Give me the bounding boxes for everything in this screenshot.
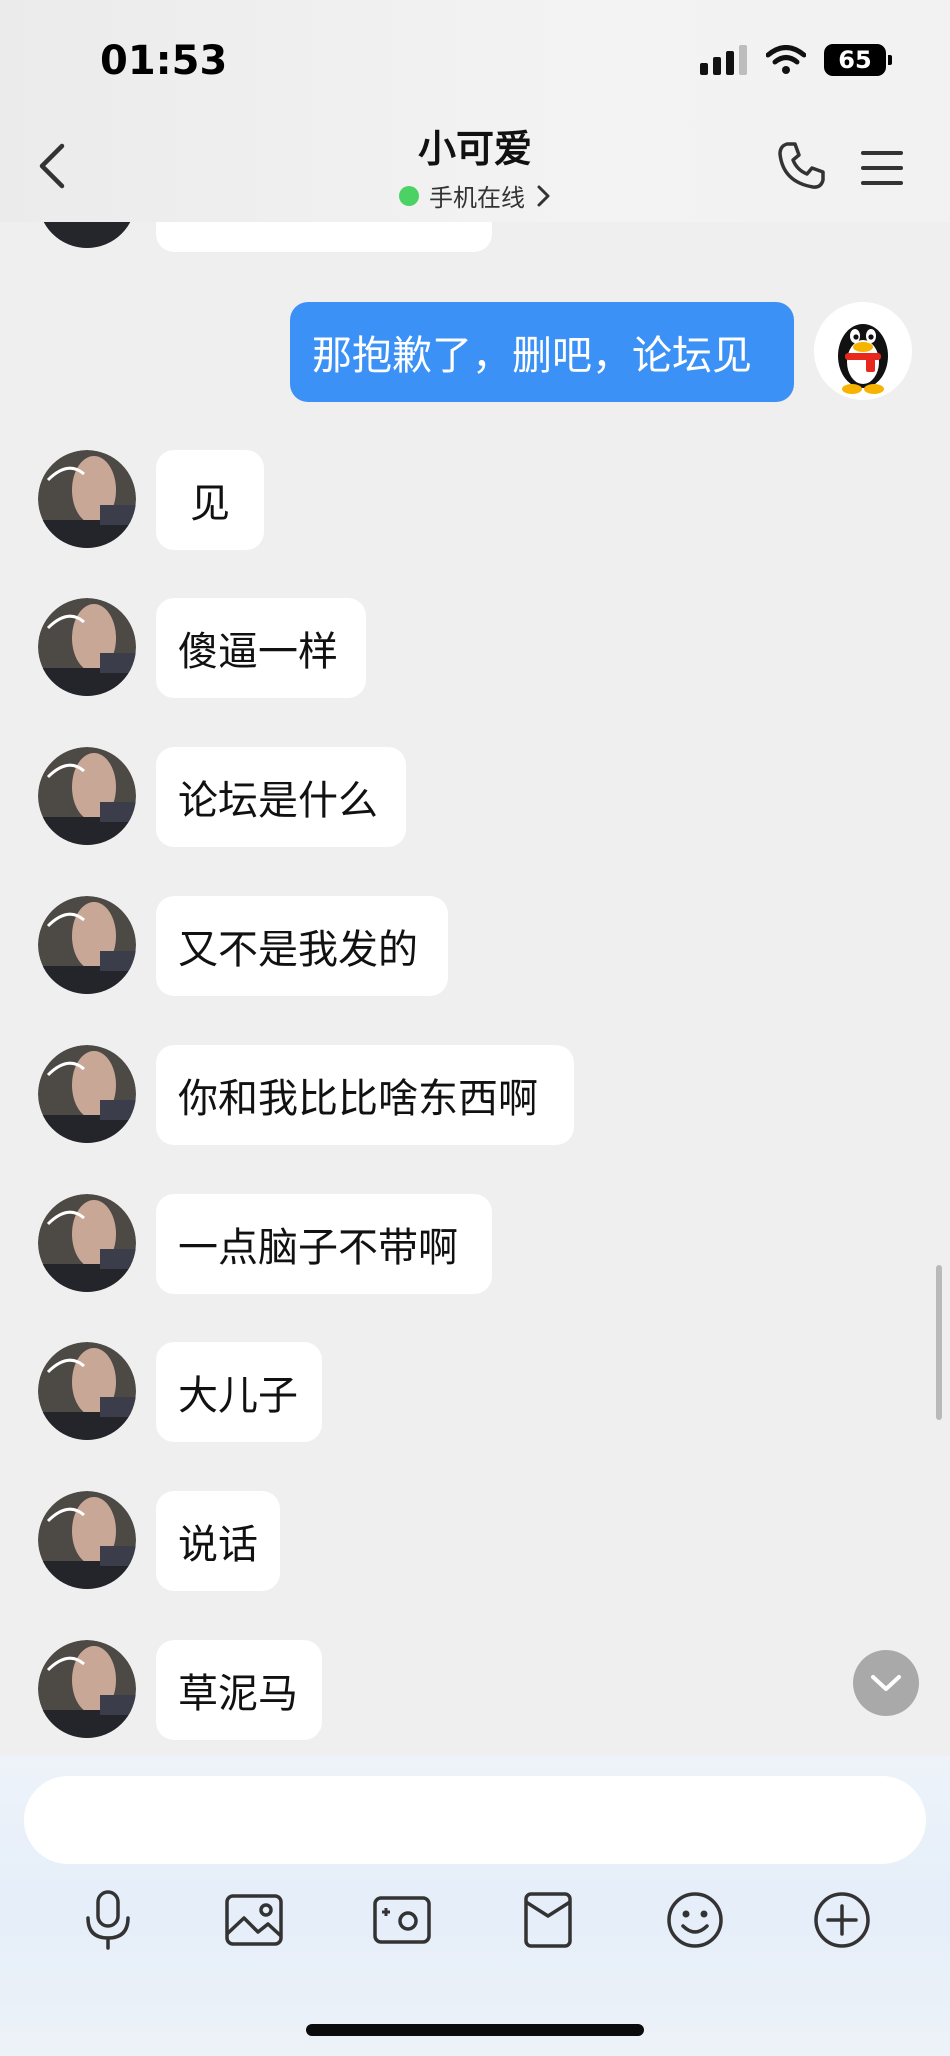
red-packet-icon: [524, 1892, 572, 1948]
message-bubble-other[interactable]: 傻逼一样: [156, 598, 366, 698]
battery-level: 65: [838, 46, 872, 74]
message-bubble-other[interactable]: 又不是我发的: [156, 896, 448, 996]
camera-icon: [373, 1896, 431, 1944]
scrollbar[interactable]: [936, 1265, 942, 1420]
contact-avatar[interactable]: [38, 896, 136, 994]
message-bubble-other[interactable]: 见: [156, 450, 264, 550]
message-text: 你和我比比啥东西啊: [178, 1076, 538, 1122]
self-avatar[interactable]: [814, 302, 912, 400]
message-text: 论坛是什么: [178, 778, 378, 824]
contact-avatar[interactable]: [38, 1491, 136, 1589]
message-text: 又不是我发的: [178, 927, 418, 973]
scroll-to-bottom-button[interactable]: [853, 1650, 919, 1716]
header: 01:53 65 小可爱 手机在线: [0, 0, 950, 222]
wifi-icon: [766, 45, 806, 74]
message-text: 说话: [178, 1522, 258, 1568]
message-bubble-other[interactable]: 草泥马: [156, 1640, 322, 1740]
contact-avatar[interactable]: [38, 747, 136, 845]
message-bubble-other[interactable]: 你和我比比啥东西啊: [156, 1045, 574, 1145]
contact-avatar[interactable]: [38, 1194, 136, 1292]
plus-icon: [814, 1892, 870, 1948]
camera-button[interactable]: [370, 1888, 434, 1952]
online-status-text: 手机在线: [429, 184, 525, 212]
contact-avatar[interactable]: [38, 1342, 136, 1440]
message-text: 草泥马: [178, 1671, 298, 1717]
status-icons: 65: [700, 44, 892, 76]
microphone-icon: [86, 1890, 130, 1950]
message-text: 一点脑子不带啊: [178, 1225, 458, 1271]
hamburger-menu-icon: [861, 151, 903, 185]
chat-screen: 那抱歉了，删吧，论坛见 见傻逼一样论坛是什么又不是我发的你和我比比啥东西啊 一点脑…: [0, 0, 950, 2056]
home-indicator: [306, 2024, 644, 2036]
menu-button[interactable]: [860, 148, 904, 188]
more-button[interactable]: [810, 1888, 874, 1952]
message-text: 大儿子: [178, 1373, 298, 1419]
red-packet-button[interactable]: [516, 1888, 580, 1952]
chevron-right-icon: [537, 185, 550, 206]
message-text: 傻逼一样: [178, 629, 338, 675]
online-dot-icon: [399, 185, 419, 206]
qq-penguin-icon: [814, 302, 912, 400]
status-time: 01:53: [100, 38, 228, 84]
message-bubble-other[interactable]: 一点脑子不带啊: [156, 1194, 492, 1294]
photo-button[interactable]: [222, 1888, 286, 1952]
message-text: 那抱歉了，删吧，论坛见: [312, 333, 752, 379]
message-bubble-self[interactable]: 那抱歉了，删吧，论坛见: [290, 302, 794, 402]
contact-avatar[interactable]: [38, 1640, 136, 1738]
message-bubble-other[interactable]: 说话: [156, 1491, 280, 1591]
contact-avatar[interactable]: [38, 450, 136, 548]
input-area: [0, 1756, 950, 2056]
voice-button[interactable]: [76, 1888, 140, 1952]
message-bubble-other[interactable]: 大儿子: [156, 1342, 322, 1442]
message-text: 见: [190, 481, 230, 527]
message-list[interactable]: 那抱歉了，删吧，论坛见 见傻逼一样论坛是什么又不是我发的你和我比比啥东西啊 一点脑…: [0, 0, 950, 1756]
contact-avatar[interactable]: [38, 598, 136, 696]
battery-icon: 65: [824, 44, 892, 76]
cellular-signal-icon: [700, 45, 747, 75]
emoji-icon: [667, 1892, 723, 1948]
voice-call-button[interactable]: [775, 140, 827, 192]
emoji-button[interactable]: [663, 1888, 727, 1952]
message-bubble-other[interactable]: 论坛是什么: [156, 747, 406, 847]
message-input[interactable]: [24, 1776, 926, 1864]
contact-avatar[interactable]: [38, 1045, 136, 1143]
image-icon: [225, 1894, 283, 1946]
phone-icon: [778, 142, 825, 189]
chevron-down-icon: [871, 1675, 901, 1691]
